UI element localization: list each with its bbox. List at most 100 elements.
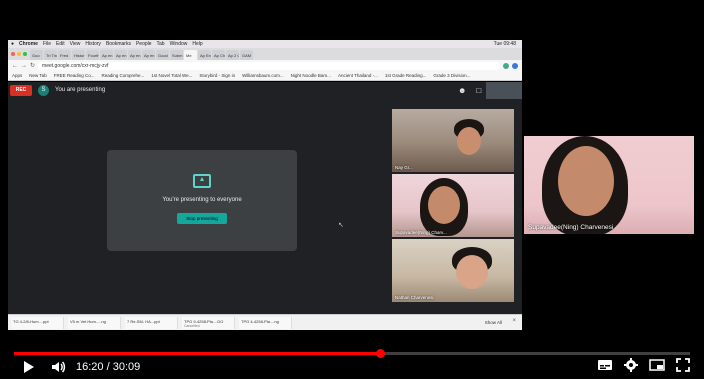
forward-icon[interactable]: → [21, 63, 27, 69]
zoom-window-icon[interactable] [23, 52, 27, 56]
download-item[interactable]: TG 4-2/8-Hum....ppt [11, 316, 64, 329]
seek-bar-played [14, 352, 380, 355]
participant-face [456, 255, 488, 289]
stop-presenting-button[interactable]: Stop presenting [177, 213, 227, 224]
bookmark-item[interactable]: New Tab [29, 73, 46, 78]
people-icon[interactable]: ☻ [458, 86, 466, 95]
chat-icon[interactable]: □ [476, 86, 481, 95]
participant-tile[interactable]: Nathan Charvenesi [392, 239, 514, 302]
menu-item[interactable]: Help [192, 41, 202, 47]
menu-item[interactable]: People [136, 41, 152, 47]
right-controls [597, 358, 690, 372]
apple-icon[interactable]: ● [11, 41, 14, 47]
present-screen-icon [193, 174, 211, 188]
participant-tile[interactable]: Nay Gr... [392, 109, 514, 172]
browser-tab[interactable]: Goo [30, 50, 43, 60]
settings-gear-icon[interactable] [624, 358, 638, 372]
back-icon[interactable]: ← [12, 63, 18, 69]
participant-face [428, 186, 460, 224]
browser-tab[interactable]: Fred [58, 50, 71, 60]
url-input[interactable]: meet.google.com/cxr-mcjy-zvf [38, 61, 500, 70]
browser-tab[interactable]: Fourth [86, 50, 99, 60]
bookmark-item[interactable]: 1st Grade Reading... [385, 73, 427, 78]
browser-tab[interactable]: Ap en [142, 50, 155, 60]
bookmark-item[interactable]: Ancient Thailand -... [338, 73, 378, 78]
total-time: 30:09 [112, 361, 141, 373]
fullscreen-icon[interactable] [676, 358, 690, 372]
play-icon[interactable] [24, 361, 34, 373]
browser-tab[interactable]: Histor [72, 50, 85, 60]
minimize-window-icon[interactable] [17, 52, 21, 56]
browser-tab-strip: Goo Tri Tin Fred Histor Fourth Ap en Ap … [8, 48, 522, 60]
participant-name: Nay Gr... [395, 165, 413, 170]
bookmark-item[interactable]: Reading Comprehe... [101, 73, 144, 78]
browser-tab[interactable]: Ap 2 C [226, 50, 239, 60]
profile-icon[interactable] [512, 62, 518, 69]
browser-tab-active[interactable]: Me [184, 50, 197, 60]
participant-face [558, 146, 614, 216]
current-time: 16:20 [76, 361, 104, 373]
bookmark-item[interactable]: FREE Reading Co... [54, 73, 95, 78]
participant-tile[interactable]: Supavadee(Ning) Charv... [392, 174, 514, 237]
subtitles-icon[interactable] [597, 359, 613, 371]
browser-tab[interactable]: GAM [240, 50, 253, 60]
seek-handle[interactable] [375, 349, 385, 358]
download-item[interactable]: TPG 9-4258-Pla....DO Cancelled [182, 316, 235, 329]
menu-item[interactable]: View [70, 41, 81, 47]
presenting-status: You are presenting [55, 87, 106, 93]
browser-tab[interactable]: Tri Tin [44, 50, 57, 60]
bookmark-item[interactable]: Grade 3 Division... [433, 73, 470, 78]
presenting-card: You're presenting to everyone Stop prese… [107, 150, 297, 251]
reload-icon[interactable]: ↻ [30, 62, 35, 69]
menu-item[interactable]: Edit [56, 41, 65, 47]
miniplayer-icon[interactable] [649, 359, 665, 371]
self-view-thumbnail [486, 82, 522, 99]
bookmark-item[interactable]: Night Noodle Bam... [291, 73, 331, 78]
rec-badge: REC [10, 85, 32, 96]
bookmark-item[interactable]: Storybird - Sign in [199, 73, 235, 78]
pinned-participant-name: Supavadee(Ning) Charvenesi [528, 224, 614, 231]
menu-item[interactable]: File [43, 41, 51, 47]
browser-tab[interactable]: Ap Ch [212, 50, 225, 60]
bookmark-item[interactable]: Apps [12, 73, 22, 78]
presenter-avatar: S [38, 85, 49, 96]
browser-tab[interactable]: Ap En [198, 50, 211, 60]
downloads-bar: TG 4-2/8-Hum....ppt V5 m Vet Hum.....ng … [8, 314, 522, 330]
browser-tab[interactable]: Good [156, 50, 169, 60]
participant-name: Supavadee(Ning) Charv... [395, 230, 447, 235]
browser-tab[interactable]: Ap en [128, 50, 141, 60]
bookmark-item[interactable]: 1st Novel Total We... [151, 73, 192, 78]
download-item[interactable]: 7 Re-SM- HA...ppt [125, 316, 178, 329]
address-row: ← → ↻ meet.google.com/cxr-mcjy-zvf [8, 60, 522, 71]
browser-tab[interactable]: Ap en [100, 50, 113, 60]
show-all-button[interactable]: Show All [485, 320, 502, 325]
meet-window: REC S You are presenting ☻ □ You're pres… [8, 82, 522, 314]
menu-item[interactable]: Window [170, 41, 188, 47]
extension-icon[interactable] [503, 62, 509, 69]
video-player[interactable]: ● Chrome File Edit View History Bookmark… [0, 0, 704, 379]
download-item[interactable]: TPG 4-4258-Pla....ng [239, 316, 292, 329]
menu-item[interactable]: Tab [157, 41, 165, 47]
presenting-message: You're presenting to everyone [162, 197, 242, 203]
browser-tab[interactable]: Subm [170, 50, 183, 60]
menu-item[interactable]: Chrome [19, 41, 38, 47]
menu-item[interactable]: Bookmarks [106, 41, 131, 47]
download-item[interactable]: V5 m Vet Hum.....ng [68, 316, 121, 329]
close-window-icon[interactable] [11, 52, 15, 56]
volume-icon[interactable] [50, 359, 66, 379]
menu-item[interactable]: History [85, 41, 101, 47]
menu-clock: Tue 09:48 [493, 41, 516, 47]
bookmarks-bar: Apps New Tab FREE Reading Co... Reading … [8, 71, 522, 81]
pinned-participant-tile[interactable]: Supavadee(Ning) Charvenesi [524, 136, 694, 234]
time-display: 16:20 / 30:09 [76, 361, 140, 373]
meet-top-bar: REC S You are presenting ☻ □ [8, 82, 522, 99]
mouse-cursor-icon: ↖ [338, 222, 344, 229]
bookmark-item[interactable]: Williamsbaum.com... [242, 73, 284, 78]
mac-menu-bar: ● Chrome File Edit View History Bookmark… [8, 40, 522, 48]
window-controls[interactable] [11, 52, 27, 56]
browser-tab[interactable]: Ap en [114, 50, 127, 60]
participant-face [457, 127, 481, 155]
seek-bar[interactable] [14, 349, 690, 358]
participant-name: Nathan Charvenesi [395, 295, 434, 300]
close-icon[interactable]: × [512, 318, 516, 324]
